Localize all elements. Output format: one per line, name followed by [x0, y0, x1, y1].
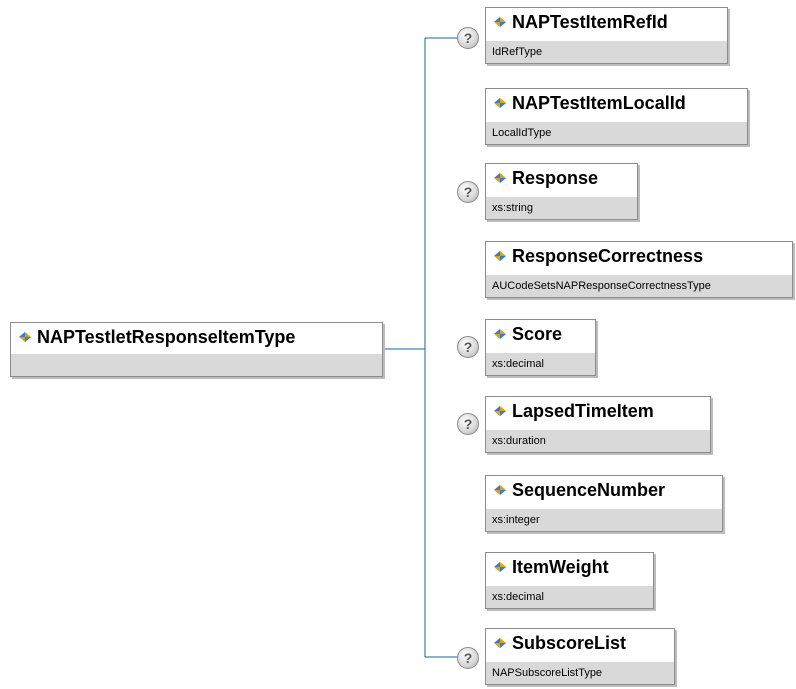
element-name: ResponseCorrectness [512, 245, 704, 266]
element-box-responsecorrectness[interactable]: ResponseCorrectness AUCodeSetsNAPRespons… [485, 241, 793, 298]
optional-marker-icon: ? [457, 413, 479, 435]
optional-marker-icon: ? [457, 647, 479, 669]
element-name: NAPTestItemRefId [512, 11, 668, 32]
element-name: Response [512, 167, 599, 188]
optional-marker-icon: ? [457, 336, 479, 358]
element-type: NAPSubscoreListType [486, 662, 674, 684]
root-element-type [11, 354, 382, 376]
element-type: xs:integer [486, 509, 722, 531]
element-icon [494, 329, 506, 339]
element-type: xs:decimal [486, 353, 595, 375]
optional-marker-icon: ? [457, 27, 479, 49]
element-box-lapsedtimeitem[interactable]: LapsedTimeItem xs:duration [485, 396, 711, 453]
element-box-itemweight[interactable]: ItemWeight xs:decimal [485, 552, 654, 609]
element-type: IdRefType [486, 41, 727, 63]
element-type: xs:decimal [486, 586, 653, 608]
element-name: SequenceNumber [512, 479, 666, 500]
element-icon [494, 562, 506, 572]
optional-marker-icon: ? [457, 181, 479, 203]
element-box-sequencenumber[interactable]: SequenceNumber xs:integer [485, 475, 723, 532]
element-type: LocalIdType [486, 122, 747, 144]
root-element-box[interactable]: NAPTestletResponseItemType [10, 322, 383, 377]
element-name: LapsedTimeItem [512, 400, 654, 421]
root-element-name: NAPTestletResponseItemType [37, 326, 296, 347]
element-icon [494, 98, 506, 108]
element-icon [494, 485, 506, 495]
element-name: Score [512, 323, 563, 344]
element-icon [494, 638, 506, 648]
element-name: SubscoreList [512, 632, 627, 653]
element-icon [494, 17, 506, 27]
element-type: xs:string [486, 197, 637, 219]
element-icon [19, 332, 31, 342]
element-name: NAPTestItemLocalId [512, 92, 686, 113]
element-icon [494, 173, 506, 183]
element-box-subscorelist[interactable]: SubscoreList NAPSubscoreListType [485, 628, 675, 685]
element-type: AUCodeSetsNAPResponseCorrectnessType [486, 275, 792, 297]
element-type: xs:duration [486, 430, 710, 452]
element-box-response[interactable]: Response xs:string [485, 163, 638, 220]
element-icon [494, 251, 506, 261]
element-icon [494, 406, 506, 416]
element-box-score[interactable]: Score xs:decimal [485, 319, 596, 376]
element-box-naptestitemrefid[interactable]: NAPTestItemRefId IdRefType [485, 7, 728, 64]
element-name: ItemWeight [512, 556, 609, 577]
element-box-naptestitemlocalid[interactable]: NAPTestItemLocalId LocalIdType [485, 88, 748, 145]
